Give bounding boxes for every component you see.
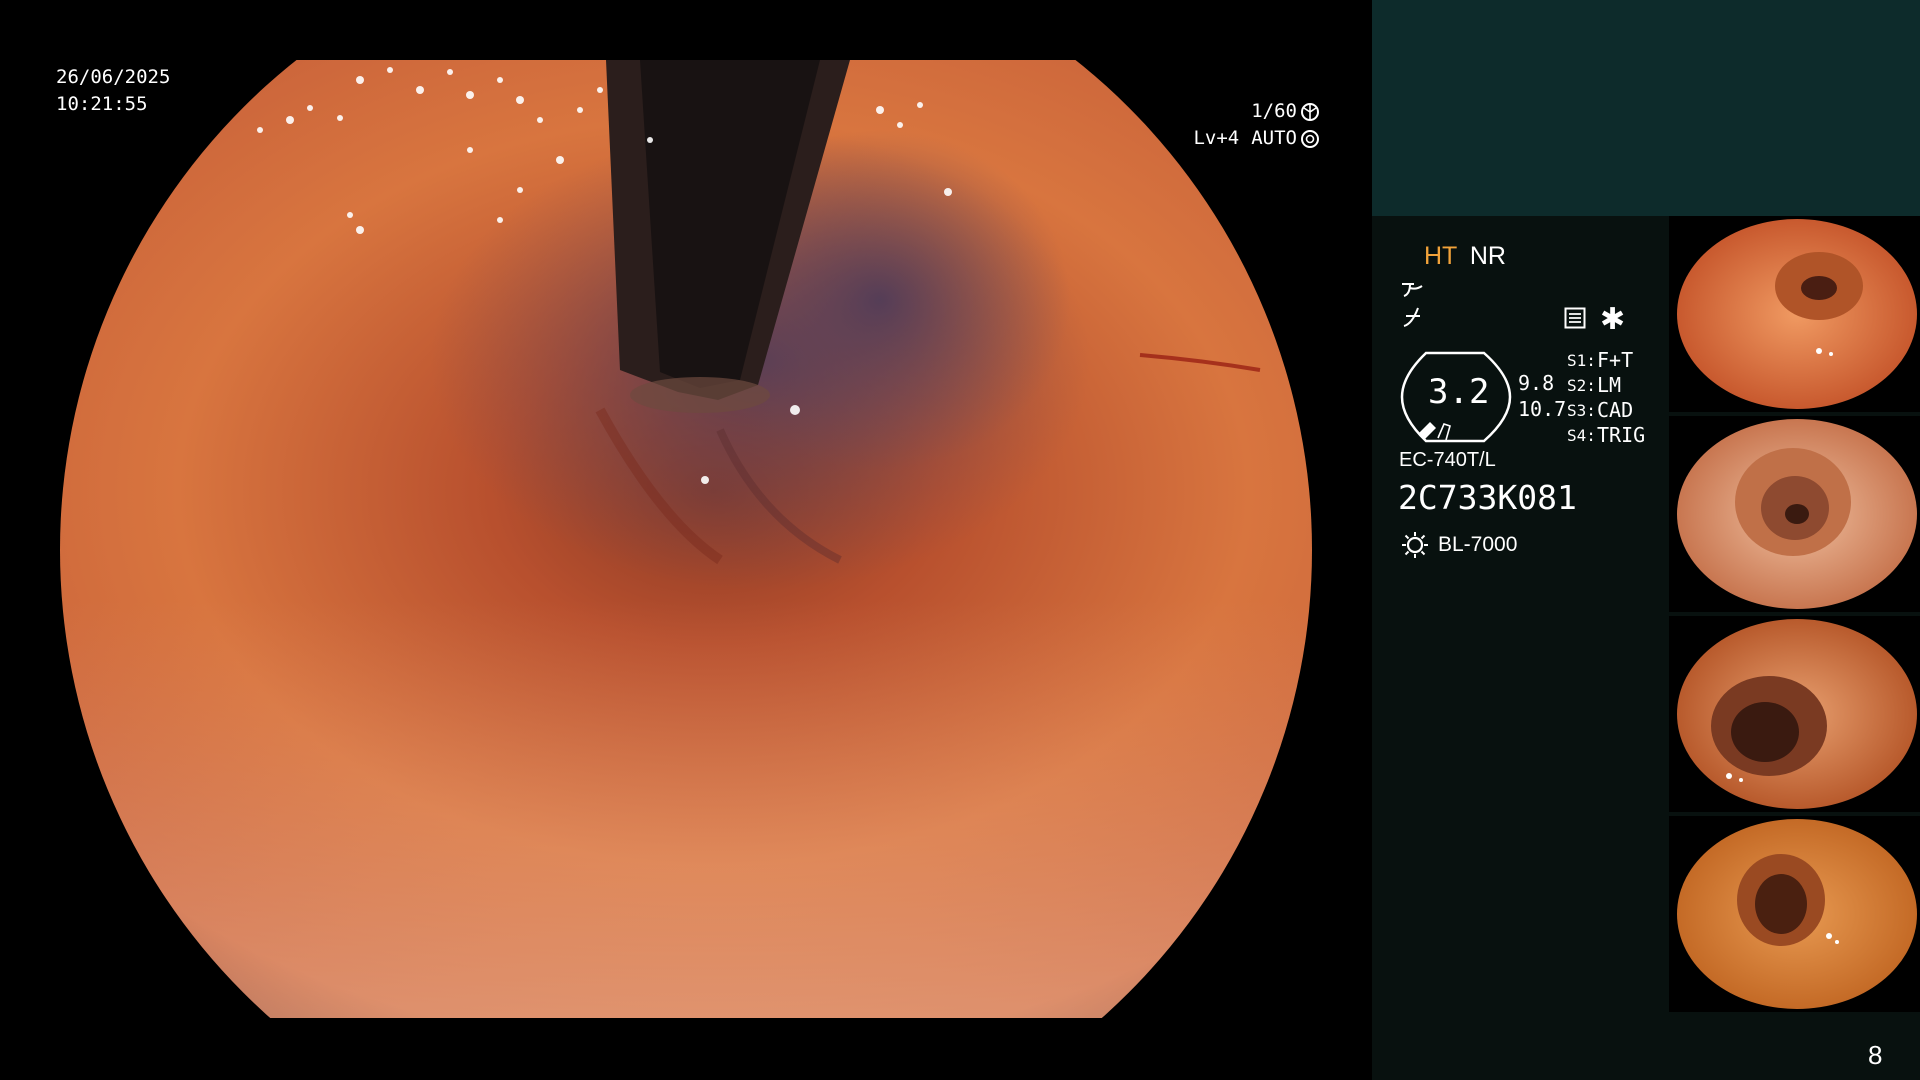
measure-value-2: 10.7 xyxy=(1518,397,1567,421)
thumbnail-3[interactable] xyxy=(1669,616,1920,812)
measure-values: 9.8 10.7 xyxy=(1518,370,1566,422)
thumbnail-2[interactable] xyxy=(1669,416,1920,612)
light-source-icon xyxy=(1402,532,1428,558)
iris-icon xyxy=(1301,129,1319,148)
thumbnail-1[interactable] xyxy=(1669,216,1920,412)
image-mode-labels: HT NR xyxy=(1424,242,1506,271)
zoom-value: 3.2 xyxy=(1428,372,1490,412)
endoscopic-view xyxy=(0,0,1372,1080)
scope-switch-row: S1: F+T xyxy=(1567,348,1634,372)
asterisk-icon: ✱ xyxy=(1600,303,1626,336)
light-source: BL-7000 xyxy=(1438,533,1518,556)
osd-shutter: 1/60 xyxy=(1251,100,1297,122)
enhancement-icon xyxy=(1402,283,1423,297)
scope-switch-row: S3: CAD xyxy=(1567,398,1634,422)
osd-iris-level: Lv+4 xyxy=(1193,127,1240,149)
osd-datetime: 26/06/2025 10:21:55 xyxy=(56,64,170,118)
shutter-icon xyxy=(1301,102,1319,121)
contrast-icon xyxy=(1403,307,1420,327)
mode-ht-label: HT xyxy=(1424,242,1457,270)
panel-header-area xyxy=(1372,0,1920,216)
scope-model: EC-740T/L xyxy=(1399,449,1496,471)
mode-nr-label: NR xyxy=(1469,242,1506,270)
osd-exposure: 1/60 Lv+4 AUTO xyxy=(1193,98,1320,152)
osd-iris-mode: AUTO xyxy=(1251,127,1297,149)
measure-value-1: 9.8 xyxy=(1518,371,1555,395)
scope-switch-row: S2: LM xyxy=(1567,373,1622,397)
scope-switch-list: S1: F+T S2: LM S3: CAD S4: TRIG xyxy=(1567,348,1645,448)
scope-serial: 2C733K081 xyxy=(1398,478,1577,517)
settings-list-icon xyxy=(1564,307,1586,329)
thumbnail-4[interactable] xyxy=(1669,816,1920,1012)
osd-date: 26/06/2025 xyxy=(56,66,171,88)
osd-time: 10:21:55 xyxy=(56,93,148,115)
scope-switch-row: S4: TRIG xyxy=(1567,423,1646,447)
page-number: 8 xyxy=(1868,1040,1883,1070)
